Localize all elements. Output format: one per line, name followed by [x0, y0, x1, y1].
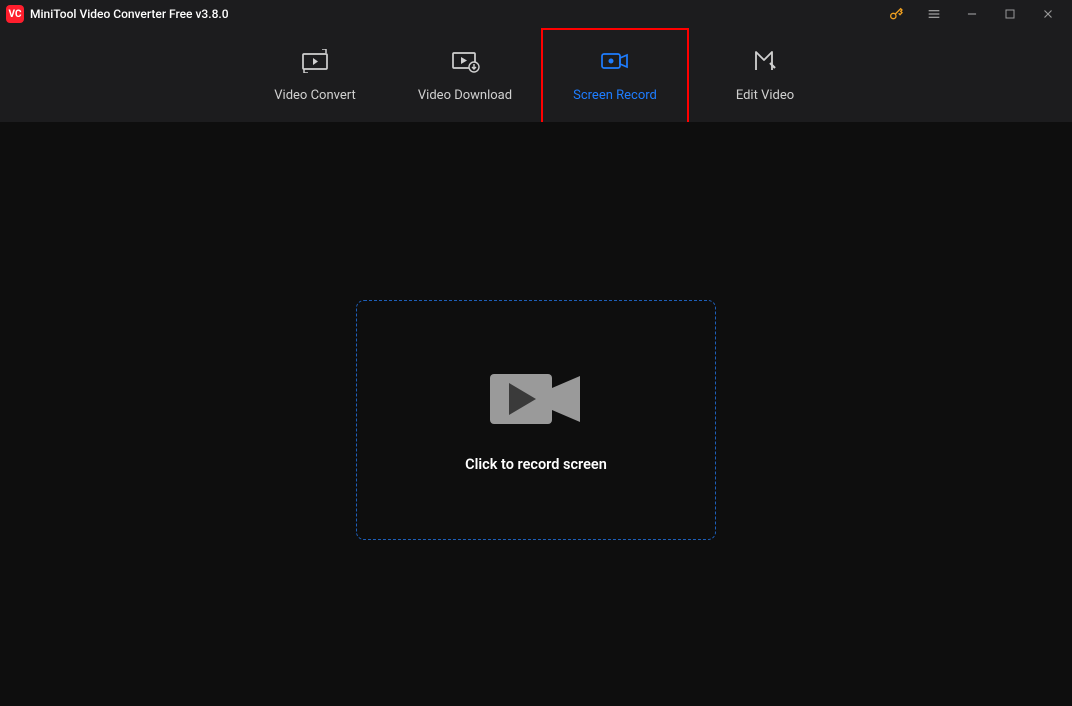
titlebar-left: VC MiniTool Video Converter Free v3.8.0 — [6, 5, 229, 23]
titlebar-controls — [878, 0, 1066, 28]
tab-label: Video Download — [418, 88, 512, 103]
record-screen-button[interactable]: Click to record screen — [356, 300, 716, 540]
main-content: Click to record screen — [0, 122, 1072, 706]
tab-label: Edit Video — [736, 88, 794, 103]
tab-label: Video Convert — [274, 88, 355, 103]
tab-screen-record[interactable]: Screen Record — [540, 34, 690, 116]
tab-edit-video[interactable]: Edit Video — [690, 34, 840, 116]
video-download-icon — [450, 48, 480, 74]
titlebar: VC MiniTool Video Converter Free v3.8.0 — [0, 0, 1072, 28]
app-logo: VC — [6, 5, 24, 23]
key-icon[interactable] — [878, 0, 914, 28]
edit-video-icon — [752, 48, 778, 74]
app-title: MiniTool Video Converter Free v3.8.0 — [30, 7, 229, 21]
tab-video-convert[interactable]: Video Convert — [240, 34, 390, 116]
record-prompt-text: Click to record screen — [465, 456, 607, 473]
video-convert-icon — [300, 48, 330, 74]
main-toolbar: Video Convert Video Download Screen Reco… — [0, 28, 1072, 122]
menu-icon[interactable] — [916, 0, 952, 28]
close-icon[interactable] — [1030, 0, 1066, 28]
maximize-icon[interactable] — [992, 0, 1028, 28]
tab-video-download[interactable]: Video Download — [390, 34, 540, 116]
camera-icon — [600, 48, 630, 74]
app-logo-text: VC — [8, 9, 21, 20]
minimize-icon[interactable] — [954, 0, 990, 28]
tab-label: Screen Record — [573, 88, 657, 103]
record-camera-icon — [486, 368, 586, 434]
